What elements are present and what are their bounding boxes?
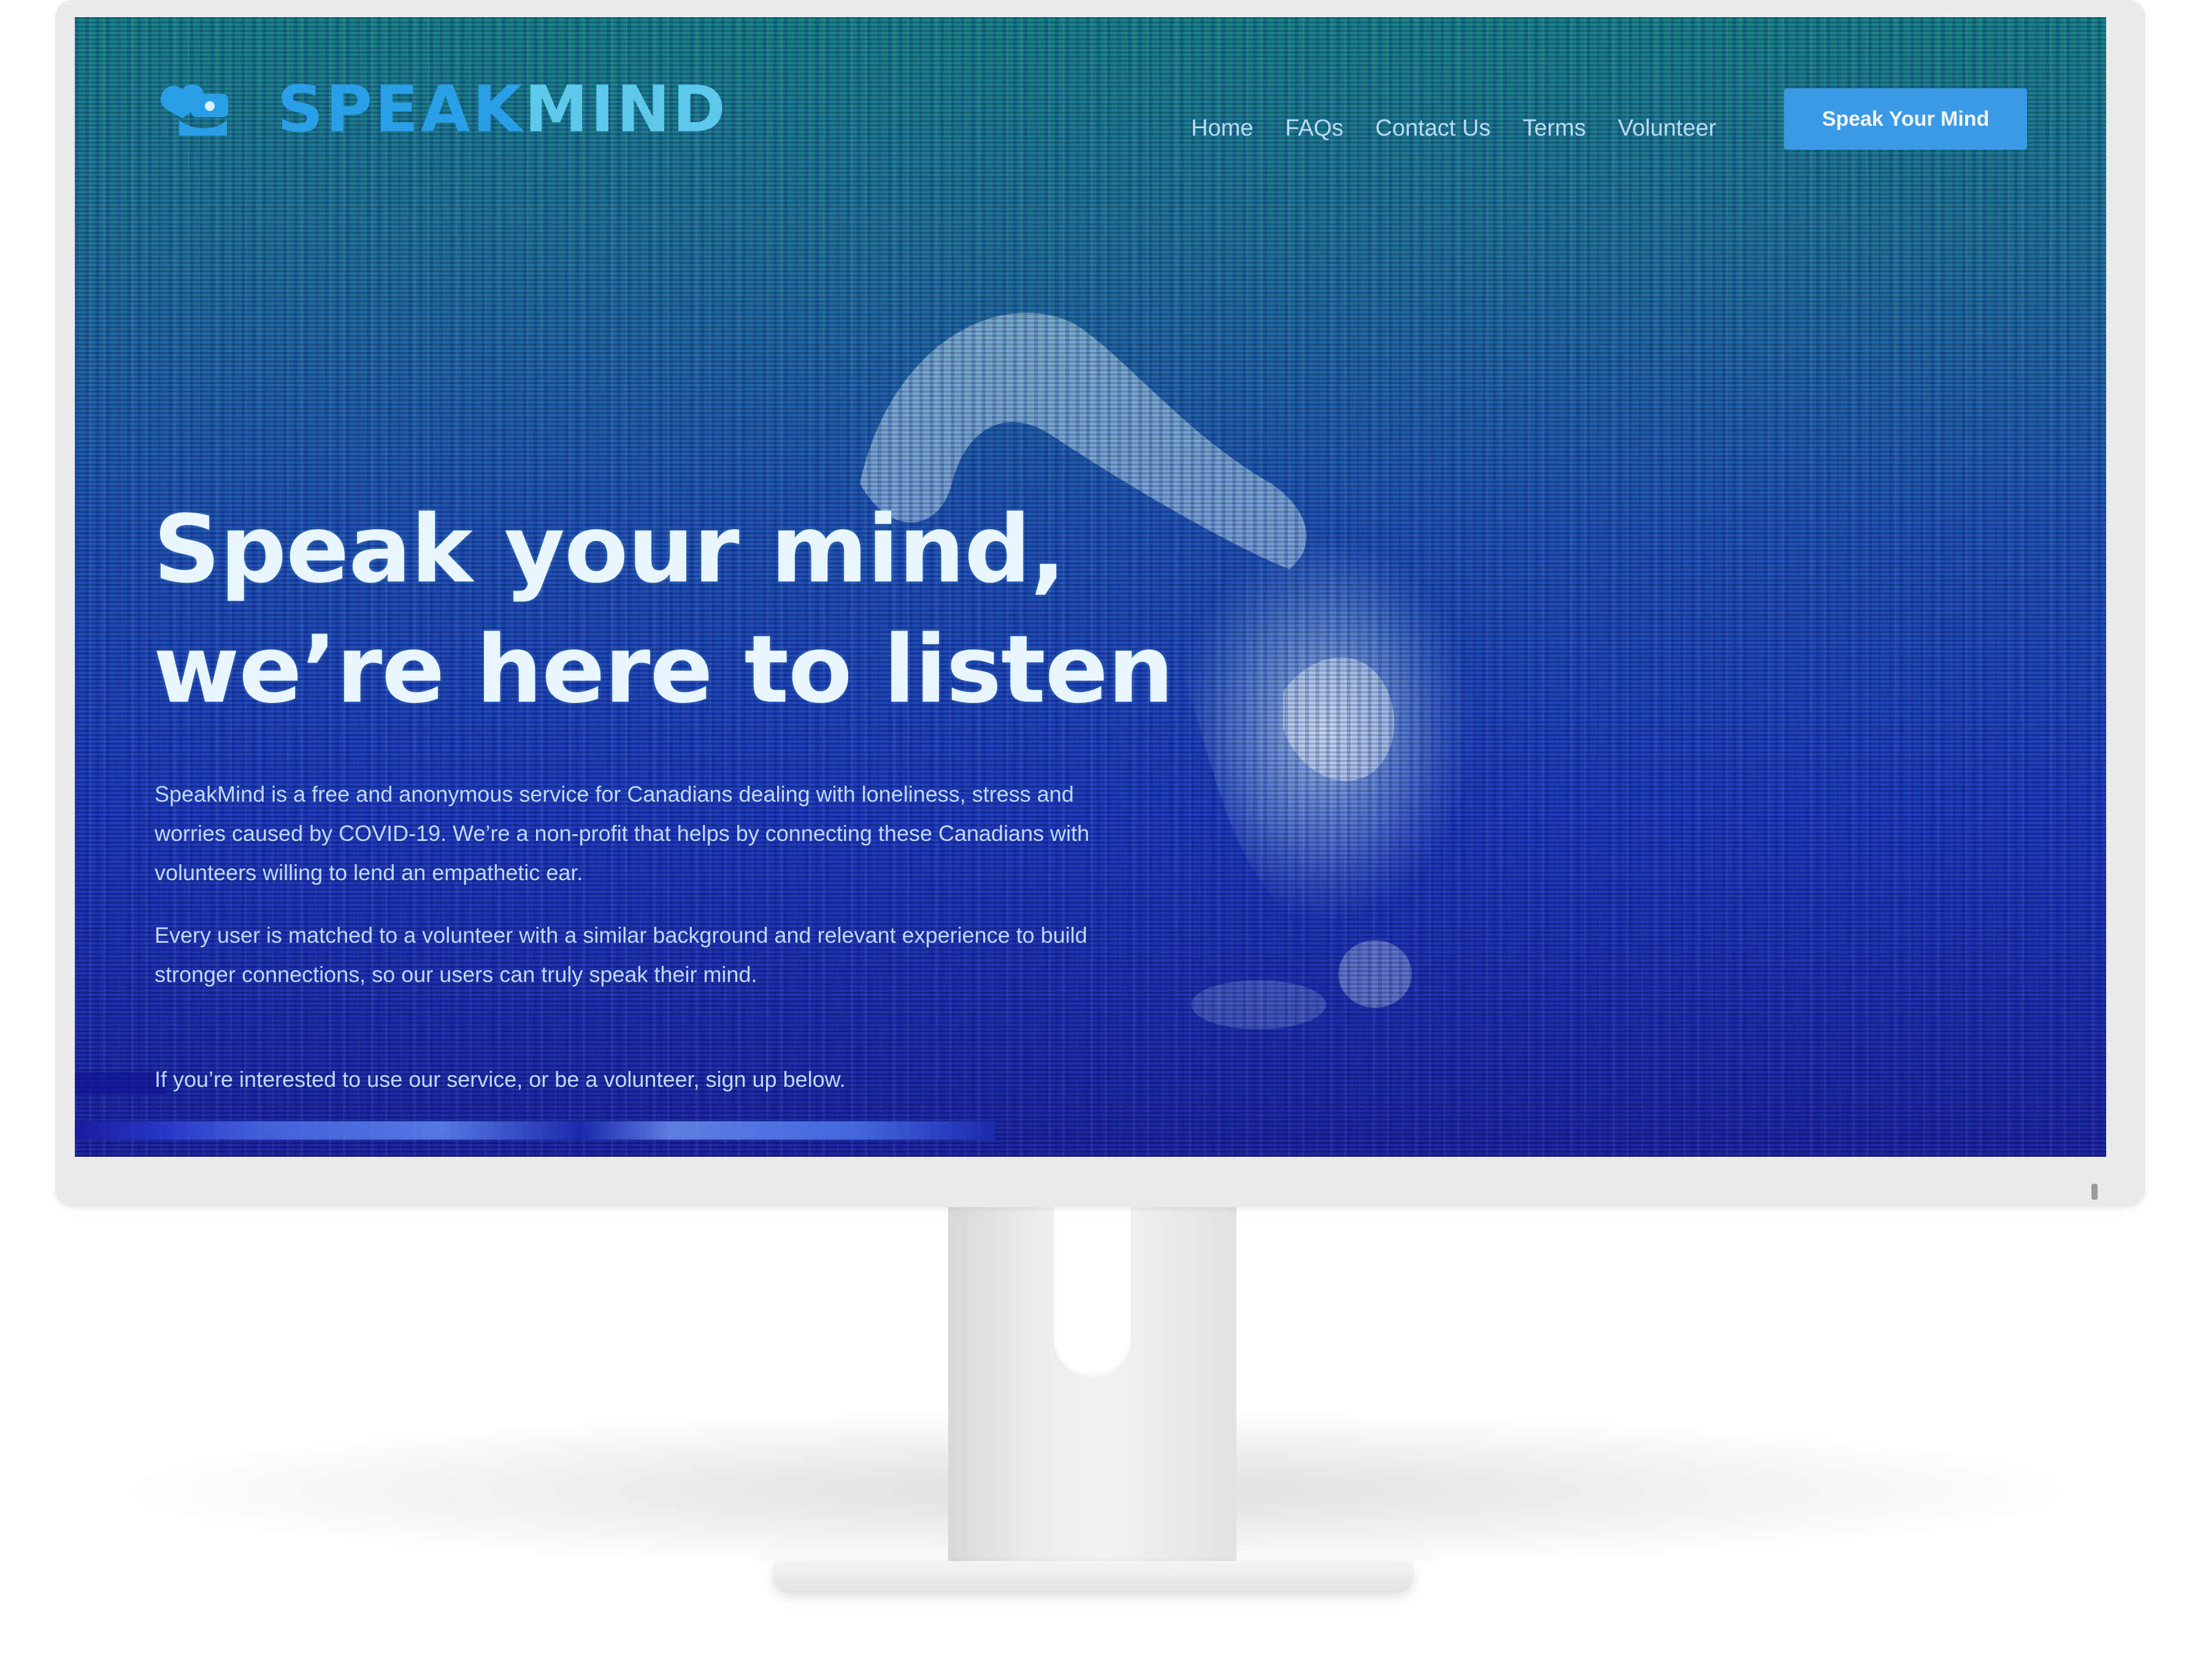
nav-link-faqs[interactable]: FAQs: [1285, 115, 1343, 142]
stage: SPEAKMIND Home FAQs Contact Us Terms Vol…: [0, 0, 2200, 1680]
hero-paragraph-signup: If you’re interested to use our service,…: [155, 1067, 846, 1092]
speak-your-mind-button[interactable]: Speak Your Mind: [1784, 88, 2027, 150]
hand-heart-icon: [161, 84, 228, 136]
monitor-stand-cable-slot: [1054, 1206, 1131, 1378]
screen-glitch-block: [75, 1072, 167, 1094]
hero-headline: Speak your mind, we’re here to listen: [153, 495, 1174, 724]
power-indicator: [2091, 1184, 2098, 1200]
brand-word-speak: SPEAK: [277, 72, 525, 147]
nav-link-contact-us[interactable]: Contact Us: [1375, 115, 1490, 142]
nav-link-volunteer[interactable]: Volunteer: [1618, 115, 1717, 142]
nav-link-home[interactable]: Home: [1191, 115, 1253, 142]
hero-paragraph-intro: SpeakMind is a free and anonymous servic…: [155, 781, 1090, 885]
brand-word-mind: MIND: [524, 72, 728, 147]
brand-wordmark: SPEAKMIND: [277, 77, 728, 141]
hero-paragraph-matching: Every user is matched to a volunteer wit…: [155, 922, 1087, 987]
brand-logo[interactable]: SPEAKMIND: [155, 75, 728, 143]
nav-link-terms[interactable]: Terms: [1522, 115, 1585, 142]
screen-glitch-band: [75, 1121, 995, 1140]
monitor-screen: SPEAKMIND Home FAQs Contact Us Terms Vol…: [75, 17, 2106, 1157]
monitor-stand-base: [773, 1561, 1414, 1593]
main-navigation: Home FAQs Contact Us Terms Volunteer: [1191, 115, 1748, 142]
